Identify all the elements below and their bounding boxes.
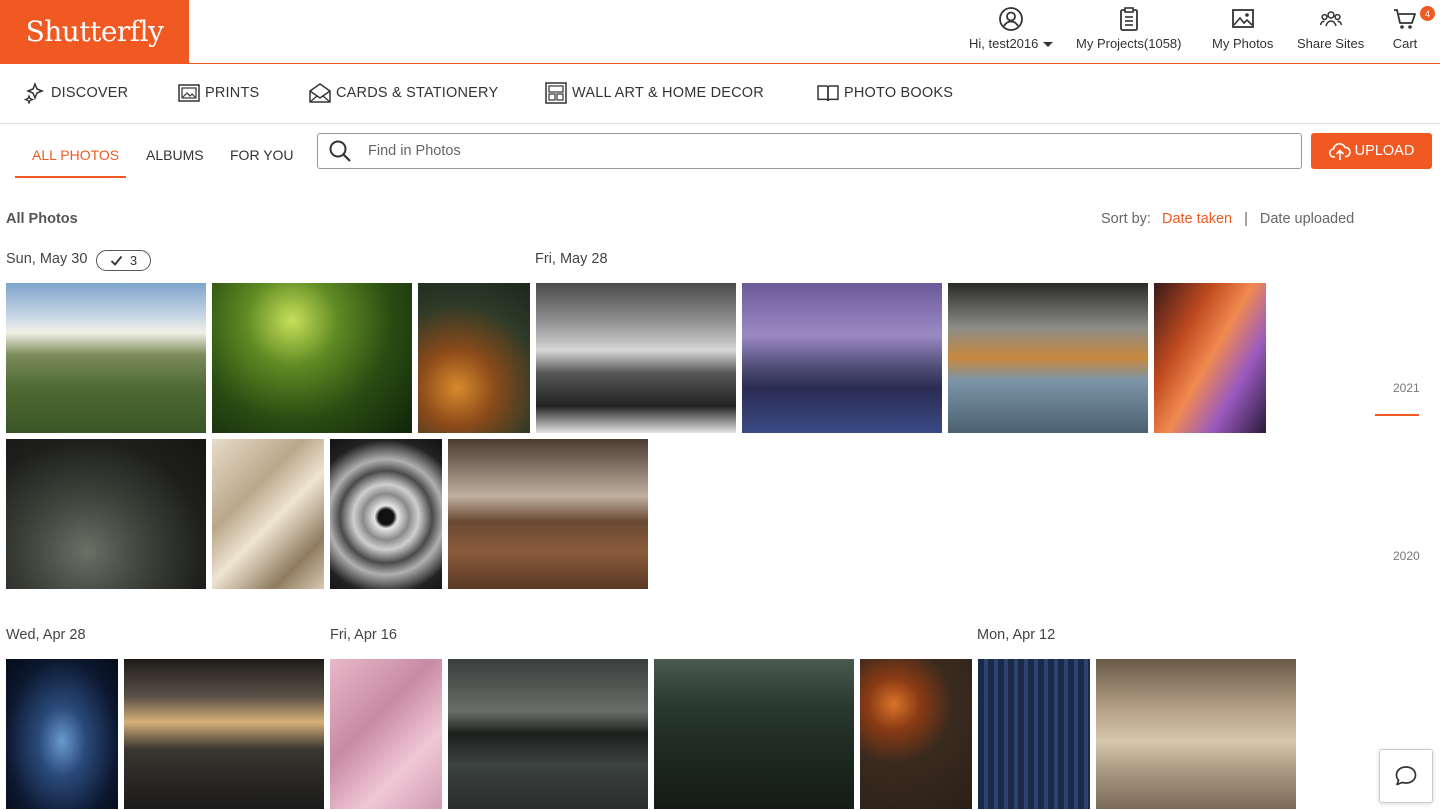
- upload-button[interactable]: UPLOAD: [1311, 133, 1432, 169]
- photo-thumbnail[interactable]: [212, 283, 412, 433]
- search-box[interactable]: [317, 133, 1302, 169]
- shutterfly-logo[interactable]: Shutterfly: [0, 0, 189, 63]
- nav-prints-label: PRINTS: [205, 85, 260, 101]
- photo-thumbnail[interactable]: [330, 439, 442, 589]
- chat-bubble-icon: [1395, 766, 1417, 786]
- photo-thumbnail[interactable]: [448, 439, 648, 589]
- checkmark-icon: [110, 255, 123, 266]
- photo-thumbnail[interactable]: [330, 659, 442, 809]
- nav-cards[interactable]: CARDS & STATIONERY: [309, 82, 498, 104]
- cloud-upload-icon: [1328, 143, 1351, 160]
- timeline-year-2020[interactable]: 2020: [1393, 549, 1420, 563]
- search-input[interactable]: [366, 142, 1246, 160]
- cart-count-badge: 4: [1420, 6, 1435, 21]
- user-icon: [999, 7, 1024, 31]
- sort-date-uploaded[interactable]: Date uploaded: [1260, 211, 1354, 227]
- account-menu[interactable]: Hi, test2016: [969, 6, 1054, 51]
- date-label-apr12: Mon, Apr 12: [977, 627, 1056, 643]
- photo-thumbnail[interactable]: [742, 283, 942, 433]
- photo-thumbnail[interactable]: [448, 659, 648, 809]
- select-group-toggle[interactable]: 3: [96, 250, 151, 271]
- photo-thumbnail[interactable]: [1096, 659, 1296, 809]
- sparkle-icon: [24, 82, 45, 104]
- photo-icon: [1231, 9, 1254, 28]
- nav-prints[interactable]: PRINTS: [178, 82, 259, 104]
- top-header: Shutterfly Hi, test2016 My Projects(1058…: [0, 0, 1440, 64]
- my-projects-label: My Projects(1058): [1076, 36, 1182, 51]
- my-photos-label: My Photos: [1212, 36, 1274, 51]
- nav-photo-books[interactable]: PHOTO BOOKS: [817, 82, 953, 104]
- cart-icon: [1394, 9, 1416, 29]
- nav-discover-label: DISCOVER: [51, 85, 129, 101]
- nav-discover[interactable]: DISCOVER: [24, 82, 128, 104]
- greeting-label: Hi, test2016: [969, 36, 1039, 51]
- nav-cards-label: CARDS & STATIONERY: [336, 85, 499, 101]
- prints-icon: [178, 84, 200, 102]
- my-photos-link[interactable]: My Photos: [1212, 6, 1273, 51]
- date-label-apr16: Fri, Apr 16: [330, 627, 397, 643]
- nav-photo-books-label: PHOTO BOOKS: [844, 85, 954, 101]
- timeline-year-2021[interactable]: 2021: [1393, 381, 1420, 395]
- cart-link[interactable]: 4 Cart: [1392, 6, 1435, 51]
- envelope-icon: [309, 83, 331, 103]
- photo-thumbnail[interactable]: [978, 659, 1090, 809]
- cart-label: Cart: [1392, 36, 1418, 51]
- tab-albums[interactable]: ALBUMS: [146, 147, 204, 163]
- photo-thumbnail[interactable]: [948, 283, 1148, 433]
- date-label-may30: Sun, May 30: [6, 251, 88, 267]
- photo-thumbnail[interactable]: [6, 439, 206, 589]
- upload-label: UPLOAD: [1354, 143, 1415, 159]
- tab-for-you[interactable]: FOR YOU: [230, 147, 294, 163]
- photo-thumbnail[interactable]: [6, 659, 118, 809]
- photo-thumbnail[interactable]: [860, 659, 972, 809]
- people-icon: [1319, 11, 1342, 27]
- photo-thumbnail[interactable]: [6, 283, 206, 433]
- selected-count: 3: [129, 253, 138, 268]
- search-icon: [329, 140, 351, 162]
- book-icon: [817, 85, 839, 102]
- date-label-may28: Fri, May 28: [535, 251, 608, 267]
- photo-thumbnail[interactable]: [536, 283, 736, 433]
- sort-separator: |: [1244, 211, 1248, 227]
- active-tab-underline: [15, 176, 126, 178]
- sort-date-taken[interactable]: Date taken: [1162, 211, 1232, 227]
- sort-label: Sort by:: [1101, 211, 1151, 227]
- photo-thumbnail[interactable]: [418, 283, 530, 433]
- sort-controls: Sort by: Date taken | Date uploaded: [1101, 211, 1354, 227]
- share-sites-link[interactable]: Share Sites: [1297, 6, 1364, 51]
- chevron-down-icon: [1043, 42, 1054, 48]
- photo-thumbnail[interactable]: [1154, 283, 1266, 433]
- nav-wall-art[interactable]: WALL ART & HOME DECOR: [545, 82, 764, 104]
- photo-thumbnail[interactable]: [124, 659, 324, 809]
- wall-art-icon: [545, 82, 567, 104]
- my-projects-link[interactable]: My Projects(1058): [1076, 6, 1181, 51]
- chat-button[interactable]: [1379, 749, 1433, 803]
- nav-wall-art-label: WALL ART & HOME DECOR: [572, 85, 764, 101]
- timeline-position-marker: [1375, 414, 1419, 416]
- category-nav: DISCOVER PRINTS CARDS & STATIONERY WALL …: [0, 64, 1440, 124]
- tab-all-photos[interactable]: ALL PHOTOS: [32, 147, 119, 163]
- date-label-apr28: Wed, Apr 28: [6, 627, 86, 643]
- clipboard-icon: [1119, 7, 1138, 31]
- photo-thumbnail[interactable]: [654, 659, 854, 809]
- photo-thumbnail[interactable]: [212, 439, 324, 589]
- share-sites-label: Share Sites: [1297, 36, 1365, 51]
- page-title: All Photos: [6, 211, 78, 227]
